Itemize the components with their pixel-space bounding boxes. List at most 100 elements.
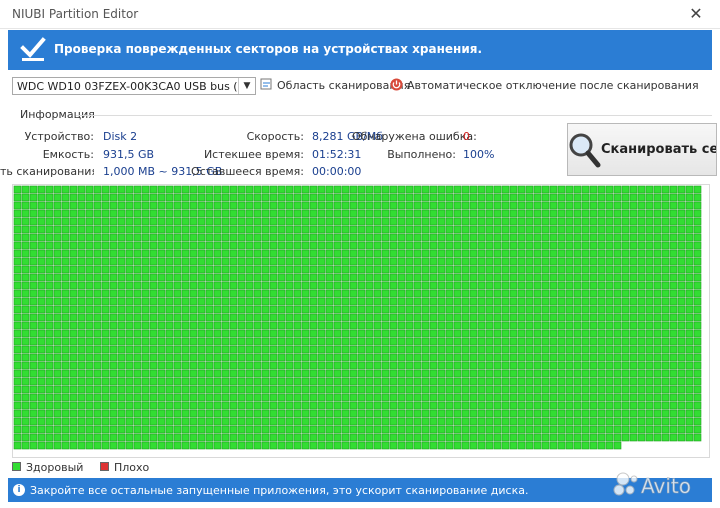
sector-cell: [349, 265, 358, 274]
sector-cell: [605, 393, 614, 402]
auto-shutdown-toggle[interactable]: Автоматическое отключение после сканиров…: [390, 78, 699, 92]
sector-cell: [221, 433, 230, 442]
sector-cell: [213, 273, 222, 282]
sector-cell: [261, 241, 270, 250]
sector-cell: [517, 401, 526, 410]
sector-cell: [541, 337, 550, 346]
sector-cell: [469, 385, 478, 394]
sector-cell: [261, 257, 270, 266]
device-select[interactable]: WDC WD10 03FZEX-00K3CA0 USB bus (931,5 G…: [12, 77, 256, 95]
sector-cell: [229, 257, 238, 266]
sector-cell: [397, 225, 406, 234]
sector-cell: [405, 393, 414, 402]
sector-cell: [133, 329, 142, 338]
sector-cell: [533, 329, 542, 338]
sector-cell: [53, 425, 62, 434]
sector-cell: [77, 233, 86, 242]
sector-cell: [13, 329, 22, 338]
sector-cell: [597, 249, 606, 258]
sector-cell: [61, 265, 70, 274]
sector-cell: [309, 297, 318, 306]
sector-cell: [525, 409, 534, 418]
sector-cell: [653, 297, 662, 306]
sector-cell: [677, 377, 686, 386]
chevron-down-icon[interactable]: ▼: [238, 78, 255, 94]
sector-cell: [397, 329, 406, 338]
sector-cell: [485, 433, 494, 442]
sector-cell: [269, 281, 278, 290]
sector-cell: [581, 417, 590, 426]
sector-cell: [61, 281, 70, 290]
sector-cell: [325, 233, 334, 242]
sector-cell: [125, 401, 134, 410]
sector-cell: [693, 233, 702, 242]
scan-button[interactable]: Сканировать сей: [567, 123, 717, 176]
sector-cell: [565, 185, 574, 194]
sector-cell: [389, 433, 398, 442]
sector-cell: [141, 329, 150, 338]
sector-cell: [301, 257, 310, 266]
sector-cell: [141, 321, 150, 330]
sector-cell: [421, 361, 430, 370]
sector-cell: [53, 433, 62, 442]
sector-cell: [525, 329, 534, 338]
sector-cell: [421, 273, 430, 282]
scan-area-button[interactable]: Область сканирования: [260, 78, 410, 92]
sector-cell: [573, 337, 582, 346]
sector-cell: [397, 425, 406, 434]
capacity-value: 931,5 GB: [103, 148, 155, 161]
sector-cell: [653, 305, 662, 314]
sector-cell: [645, 409, 654, 418]
sector-cell: [645, 393, 654, 402]
sector-cell: [525, 217, 534, 226]
sector-cell: [669, 409, 678, 418]
sector-cell: [565, 241, 574, 250]
sector-cell: [357, 417, 366, 426]
sector-cell: [261, 345, 270, 354]
sector-cell: [405, 185, 414, 194]
sector-cell: [413, 241, 422, 250]
sector-cell: [109, 353, 118, 362]
sector-cell: [365, 209, 374, 218]
sector-cell: [437, 417, 446, 426]
sector-cell: [389, 401, 398, 410]
sector-cell: [205, 409, 214, 418]
sector-cell: [549, 353, 558, 362]
sector-cell: [565, 313, 574, 322]
sector-cell: [357, 321, 366, 330]
sector-cell: [333, 369, 342, 378]
sector-cell: [45, 393, 54, 402]
close-icon[interactable]: ✕: [686, 4, 706, 24]
sector-cell: [53, 361, 62, 370]
sector-cell: [397, 345, 406, 354]
sector-cell: [141, 233, 150, 242]
sector-cell: [509, 265, 518, 274]
sector-cell: [397, 249, 406, 258]
sector-cell: [373, 193, 382, 202]
sector-cell: [149, 209, 158, 218]
sector-cell: [477, 385, 486, 394]
sector-cell: [133, 281, 142, 290]
sector-cell: [613, 273, 622, 282]
device-value: Disk 2: [103, 130, 138, 143]
sector-cell: [109, 377, 118, 386]
sector-cell: [189, 233, 198, 242]
sector-cell: [125, 257, 134, 266]
sector-cell: [405, 353, 414, 362]
sector-cell: [237, 409, 246, 418]
sector-cell: [61, 273, 70, 282]
sector-cell: [45, 417, 54, 426]
sector-cell: [149, 361, 158, 370]
sector-cell: [61, 425, 70, 434]
sector-cell: [109, 225, 118, 234]
sector-cell: [525, 297, 534, 306]
sector-cell: [53, 385, 62, 394]
sector-cell: [421, 385, 430, 394]
sector-cell: [429, 409, 438, 418]
sector-cell: [645, 257, 654, 266]
sector-cell: [477, 249, 486, 258]
sector-cell: [461, 233, 470, 242]
sector-cell: [509, 225, 518, 234]
sector-cell: [189, 257, 198, 266]
sector-cell: [349, 369, 358, 378]
